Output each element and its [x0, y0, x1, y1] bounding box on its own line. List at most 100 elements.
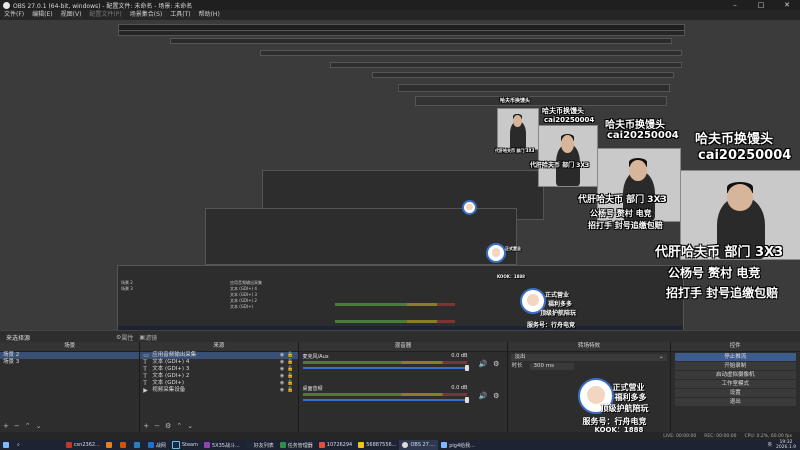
stop-stream-button[interactable]: 停止推流 [674, 353, 796, 361]
menu-edit[interactable]: 编辑(E) [28, 10, 56, 20]
menu-view[interactable]: 视图(V) [57, 10, 86, 20]
nested-meter [335, 320, 455, 323]
eye-icon[interactable]: ◉ [280, 373, 284, 380]
move-down-icon[interactable]: ⌄ [36, 422, 42, 430]
taskbar-item[interactable]: pig4给我... [438, 440, 478, 450]
move-down-icon[interactable]: ⌄ [187, 422, 193, 430]
eye-icon[interactable]: ◉ [280, 366, 284, 373]
scene-item[interactable]: 场景 3 [0, 359, 139, 366]
maximize-icon[interactable]: □ [748, 0, 774, 10]
gear-icon[interactable]: ⚙ [493, 392, 499, 400]
settings-button[interactable]: 设置 [674, 389, 796, 397]
clock[interactable]: 19:32 2026.1.9 [776, 440, 796, 450]
taskbar-item[interactable]: 任务管理器 [277, 440, 316, 450]
move-up-icon[interactable]: ⌃ [25, 422, 31, 430]
text-icon: T [143, 358, 147, 366]
search-button[interactable]: ⌕ [14, 440, 23, 450]
menu-profile[interactable]: 配置文件(P) [85, 10, 125, 20]
badge-text-copy: KOOK：1888 [497, 274, 525, 279]
volume-slider[interactable] [302, 367, 468, 369]
eye-icon[interactable]: ◉ [280, 352, 284, 359]
studio-mode-button[interactable]: 工作室模式 [674, 380, 796, 388]
app-icon [65, 442, 72, 448]
remove-scene-icon[interactable]: − [14, 422, 20, 430]
exit-button[interactable]: 退出 [674, 398, 796, 406]
taskbar-item[interactable] [117, 440, 131, 450]
taskbar-label: 任务管理器 [287, 442, 313, 449]
lock-icon[interactable]: 🔓 [287, 387, 293, 394]
lock-icon[interactable]: 🔓 [287, 352, 293, 359]
taskbar-item[interactable]: 5X35战斗... [201, 440, 243, 450]
minimize-icon[interactable]: – [722, 0, 748, 10]
duration-input[interactable]: 300 ms [530, 363, 574, 370]
source-item[interactable]: T 文本 (GDI+) ◉ 🔓 [140, 380, 297, 387]
text-icon: T [143, 379, 147, 387]
clock-date: 2026.1.9 [775, 445, 796, 450]
speaker-icon[interactable]: 🔊 [479, 360, 488, 368]
taskbar-item[interactable]: Steam [169, 440, 201, 450]
volume-slider[interactable] [302, 399, 468, 401]
gear-icon[interactable]: ⚙ [493, 360, 499, 368]
taskbar-item[interactable]: csn2362... [63, 440, 103, 450]
add-scene-icon[interactable]: + [3, 422, 9, 430]
close-icon[interactable]: ✕ [774, 0, 800, 10]
source-item[interactable]: ▭ 应用音频输出采集 ◉ 🔓 [140, 352, 298, 359]
taskbar-item[interactable]: 10726294 [316, 440, 355, 450]
nested-scenes: 场景 2 场景 3 [121, 280, 133, 291]
eye-icon[interactable]: ◉ [280, 359, 284, 366]
source-label: 应用音频输出采集 [152, 352, 197, 358]
transition-select[interactable]: 淡出 ⌄ [511, 354, 667, 361]
move-up-icon[interactable]: ⌃ [176, 422, 182, 430]
taskbar-item[interactable]: OBS 27.... [399, 440, 439, 450]
rec-status: REC: 00:00:00 [704, 433, 737, 439]
add-source-icon[interactable]: + [143, 422, 149, 430]
sources-dock: 来源 ▭ 应用音频输出采集 ◉ 🔓 T 文本 (GDI+) 4 ◉ 🔓 T 文本 (… [140, 342, 299, 432]
taskbar-item[interactable]: 56887556... [355, 440, 399, 450]
gear-icon[interactable]: ⚙ [165, 422, 171, 430]
volume-knob[interactable] [465, 365, 470, 371]
menu-help[interactable]: 帮助(H) [195, 10, 224, 20]
eye-icon[interactable]: ◉ [280, 387, 284, 394]
lock-icon[interactable]: 🔓 [287, 373, 293, 380]
menu-tools[interactable]: 工具(T) [166, 10, 194, 20]
filters-button[interactable]: ▣ 滤镜 [139, 333, 157, 342]
mixer-dock: 混音器 麦克风/Aux 0.0 dB 🔊 ⚙ 桌面音频 0.0 dB 🔊 ⚙ [298, 342, 509, 432]
scene-item[interactable]: 场景 2 [0, 352, 140, 359]
properties-button[interactable]: ⚙ 属性 [116, 333, 133, 342]
source-item[interactable]: T 文本 (GDI+) 2 ◉ 🔓 [140, 373, 297, 380]
menu-file[interactable]: 文件(F) [0, 10, 28, 20]
lock-icon[interactable]: 🔓 [287, 366, 293, 373]
promo-badge-smaller [486, 243, 506, 263]
eye-icon[interactable]: ◉ [280, 380, 284, 387]
source-label: 视频采集设备 [152, 387, 186, 393]
recursive-layer [398, 84, 670, 92]
taskbar-item[interactable]: 好友列表 [243, 440, 277, 450]
remove-source-icon[interactable]: − [154, 422, 160, 430]
source-item[interactable]: T 文本 (GDI+) 3 ◉ 🔓 [140, 366, 297, 373]
source-item[interactable]: T 文本 (GDI+) 4 ◉ 🔓 [140, 359, 297, 366]
lock-icon[interactable]: 🔓 [287, 359, 293, 366]
status-bar: LIVE: 00:00:00 REC: 00:00:00 CPU: 0.2%, … [0, 432, 800, 440]
sources-header: 来源 [140, 342, 298, 352]
volume-knob[interactable] [465, 397, 470, 403]
start-button[interactable] [0, 440, 14, 450]
virtual-camera-button[interactable]: 启动虚拟摄像机 [674, 371, 796, 379]
taskbar-label: 好友列表 [253, 442, 274, 449]
taskbar-label: 5X35战斗... [212, 442, 240, 449]
source-item[interactable]: ▶ 视频采集设备 ◉ 🔓 [140, 387, 297, 394]
menu-scene-collection[interactable]: 场景集合(S) [126, 10, 167, 20]
channel-db: 0.0 dB [451, 353, 468, 359]
start-recording-button[interactable]: 开始录制 [674, 362, 796, 370]
app-icon [318, 442, 325, 448]
taskbar-label: csn2362... [73, 442, 100, 448]
nested-sources: 应用音频输出采集 文本 (GDI+) 4 文本 (GDI+) 3 文本 (GDI+) … [230, 280, 262, 309]
lock-icon[interactable]: 🔓 [287, 380, 293, 387]
preview-canvas[interactable]: 场景 2 场景 3 应用音频输出采集 文本 (GDI+) 4 文本 (GDI+) 3… [0, 20, 800, 330]
app-icon [133, 442, 140, 448]
taskbar-item[interactable] [103, 440, 117, 450]
recursive-layer [118, 30, 685, 36]
taskbar-item[interactable]: 战网 [145, 440, 169, 450]
speaker-icon[interactable]: 🔊 [479, 392, 488, 400]
taskbar-item[interactable] [131, 440, 145, 450]
language-indicator[interactable]: 英 [767, 442, 772, 448]
